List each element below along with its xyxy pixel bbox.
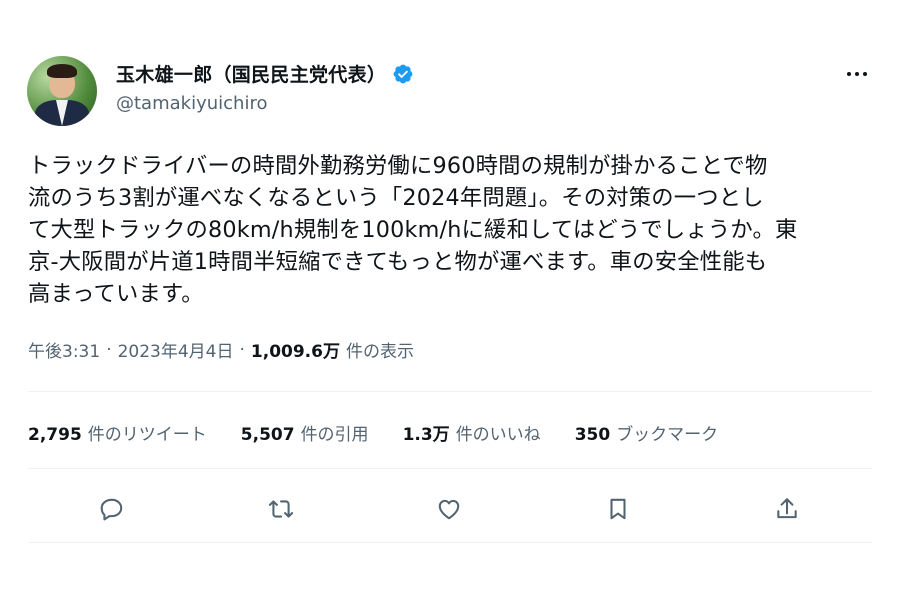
reply-button[interactable]: [92, 489, 132, 529]
like-icon: [438, 499, 460, 520]
more-options-icon[interactable]: [845, 66, 869, 82]
divider: [28, 468, 872, 469]
quote-stat[interactable]: 5,507 件の引用: [241, 420, 369, 445]
engagement-stats: 2,795 件のリツイート 5,507 件の引用 1.3万 件のいいね 350 ブックマ…: [28, 420, 752, 445]
view-count-label: 件の表示: [345, 342, 414, 362]
quote-count: 5,507: [240, 425, 295, 445]
reply-icon: [100, 498, 123, 521]
tweet-time[interactable]: 午後3:31: [28, 337, 100, 362]
bookmark-count: 350: [574, 425, 611, 445]
bookmark-button[interactable]: [598, 489, 638, 529]
like-stat[interactable]: 1.3万 件のいいね: [403, 420, 541, 445]
view-count: 1,009.6万: [250, 342, 340, 362]
retweet-button[interactable]: [261, 489, 301, 529]
bookmark-label: ブックマーク: [616, 425, 719, 445]
retweet-stat[interactable]: 2,795 件のリツイート: [28, 420, 207, 445]
retweet-label: 件のリツイート: [87, 425, 207, 445]
bookmark-stat[interactable]: 350 ブックマーク: [575, 420, 719, 445]
divider: [28, 542, 872, 543]
author-name-row: 玉木雄一郎（国民民主党代表）: [116, 60, 414, 87]
tweet-text: トラックドライバーの時間外勤務労働に960時間の規制が掛かることで物 流のうち3…: [28, 153, 798, 307]
share-button[interactable]: [767, 489, 807, 529]
meta-separator: ·: [106, 339, 112, 360]
retweet-count: 2,795: [28, 425, 82, 445]
bookmark-icon: [610, 498, 626, 520]
author-display-name[interactable]: 玉木雄一郎（国民民主党代表）: [116, 60, 386, 87]
verified-badge-icon[interactable]: [392, 63, 414, 85]
action-bar: [0, 489, 900, 529]
meta-separator: ·: [239, 339, 245, 360]
share-icon: [777, 498, 797, 519]
avatar[interactable]: [27, 56, 97, 126]
author-handle[interactable]: @tamakiyuichiro: [116, 93, 267, 114]
like-label: 件のいいね: [455, 425, 541, 445]
quote-label: 件の引用: [300, 425, 369, 445]
tweet-date[interactable]: 2023年4月4日: [118, 337, 234, 362]
divider: [28, 391, 872, 392]
retweet-icon: [268, 500, 294, 518]
tweet-meta: 午後3:31 · 2023年4月4日 · 1,009.6万 件の表示: [28, 337, 414, 363]
avatar-hair: [47, 64, 77, 78]
like-count: 1.3万: [402, 425, 450, 445]
like-button[interactable]: [429, 489, 469, 529]
